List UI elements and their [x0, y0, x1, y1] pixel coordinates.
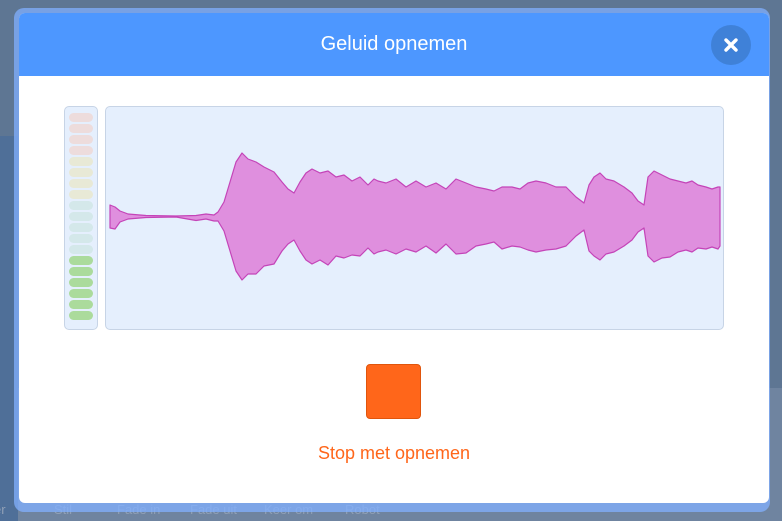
- close-icon: [724, 38, 738, 52]
- meter-led: [69, 311, 93, 320]
- meter-led: [69, 179, 93, 188]
- meter-led: [69, 289, 93, 298]
- stop-recording-button[interactable]: [366, 364, 421, 419]
- close-button[interactable]: [711, 25, 751, 65]
- meter-led: [69, 146, 93, 155]
- meter-led: [69, 256, 93, 265]
- meter-led: [69, 212, 93, 221]
- modal-title: Geluid opnemen: [320, 33, 468, 55]
- meter-led: [69, 201, 93, 210]
- meter-led: [69, 124, 93, 133]
- level-meter: [64, 106, 98, 330]
- meter-led: [69, 267, 93, 276]
- meter-led: [69, 300, 93, 309]
- meter-led: [69, 234, 93, 243]
- meter-led: [69, 190, 93, 199]
- meter-led: [69, 245, 93, 254]
- meter-led: [69, 168, 93, 177]
- waveform-shape: [109, 152, 721, 281]
- meter-led: [69, 157, 93, 166]
- meter-led: [69, 135, 93, 144]
- meter-led: [69, 223, 93, 232]
- waveform-panel: [105, 106, 724, 330]
- modal-header: Geluid opnemen: [19, 13, 769, 76]
- effect-label: er: [0, 502, 6, 517]
- record-sound-modal: Geluid opnemen Stop met opnemen: [19, 13, 769, 503]
- meter-led: [69, 278, 93, 287]
- stop-recording-label[interactable]: Stop met opnemen: [19, 443, 769, 464]
- waveform-graph: [109, 152, 721, 281]
- meter-led: [69, 113, 93, 122]
